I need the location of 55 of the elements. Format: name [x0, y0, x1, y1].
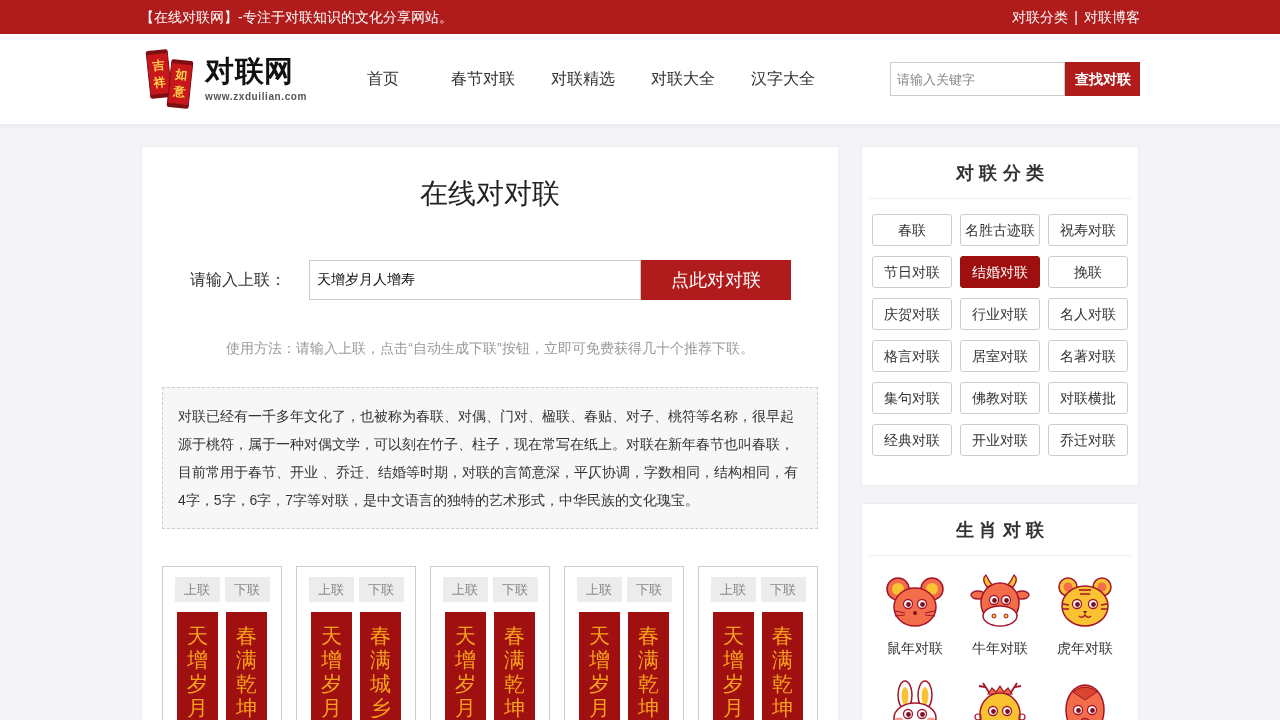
usage-hint: 使用方法：请输入上联，点击“自动生成下联”按钮，立即可免费获得几十个推荐下联。: [225, 339, 755, 358]
couplet-input[interactable]: 天增岁月人增寿: [309, 260, 641, 300]
search-field[interactable]: 请输入关键字: [890, 62, 1065, 96]
nav-link[interactable]: 对联精选: [533, 67, 634, 91]
category-button[interactable]: 祝寿对联: [1048, 214, 1128, 246]
category-button[interactable]: 乔迁对联: [1048, 424, 1128, 456]
category-button[interactable]: 结婚对联: [960, 256, 1040, 288]
couplet-scroll: 春满乾坤: [226, 612, 267, 720]
category-button[interactable]: 格言对联: [872, 340, 952, 372]
category-button[interactable]: 佛教对联: [960, 382, 1040, 414]
couplet-scroll: 春满乾坤: [628, 612, 669, 720]
nav-link[interactable]: 春节对联: [433, 67, 534, 91]
category-button[interactable]: 名胜古迹联: [960, 214, 1040, 246]
logo-url: www.zxduilian.com: [205, 91, 308, 103]
zodiac-link[interactable]: 牛年对联: [972, 638, 1028, 658]
input-label: 请输入上联：: [190, 270, 287, 290]
zodiac-link[interactable]: 鼠年对联: [886, 638, 943, 658]
couplet-scroll: 春满乾坤: [762, 612, 803, 720]
category-button[interactable]: 集句对联: [872, 382, 952, 414]
nav-link[interactable]: 对联大全: [633, 67, 734, 91]
category-button[interactable]: 节日对联: [872, 256, 952, 288]
match-couplet-button[interactable]: 点此对对联: [641, 260, 791, 300]
couplet-scroll: 天增岁月: [445, 612, 486, 720]
category-button[interactable]: 庆贺对联: [872, 298, 952, 330]
logo-title: 对联网: [205, 55, 294, 87]
category-button[interactable]: 经典对联: [872, 424, 952, 456]
page-title: 在线对对联: [419, 176, 561, 212]
category-button[interactable]: 开业对联: [960, 424, 1040, 456]
couplet-scroll: 天增岁月: [311, 612, 352, 720]
search-button[interactable]: 查找对联: [1065, 62, 1140, 96]
category-button[interactable]: 挽联: [1048, 256, 1128, 288]
category-button[interactable]: 行业对联: [960, 298, 1040, 330]
category-button[interactable]: 居室对联: [960, 340, 1040, 372]
couplet-scroll: 天增岁月: [579, 612, 620, 720]
category-button[interactable]: 对联横批: [1048, 382, 1128, 414]
couplet-scroll: 天增岁月: [177, 612, 218, 720]
top-link[interactable]: 对联博客: [1084, 6, 1140, 28]
couplet-scroll: 春满乾坤: [494, 612, 535, 720]
category-button[interactable]: 名著对联: [1048, 340, 1128, 372]
top-link[interactable]: 对联分类: [1012, 6, 1069, 28]
link-separator: |: [1074, 7, 1078, 27]
panel-title: 生肖对联: [954, 518, 1050, 542]
panel-title: 对联分类: [954, 161, 1050, 185]
site-slogan: 【在线对联网】-专注于对联知识的文化分享网站。: [140, 7, 453, 27]
nav-link[interactable]: 汉字大全: [733, 67, 834, 91]
category-button[interactable]: 春联: [872, 214, 952, 246]
ox-face-icon[interactable]: [970, 574, 1030, 628]
nav-link[interactable]: 首页: [333, 67, 434, 91]
couplet-scroll: 天增岁月: [713, 612, 754, 720]
couplet-scroll: 春满城乡: [360, 612, 401, 720]
mouse-face-icon[interactable]: [884, 574, 945, 628]
zodiac-link[interactable]: 虎年对联: [1057, 638, 1114, 658]
category-button[interactable]: 名人对联: [1048, 298, 1128, 330]
intro-text: 对联已经有一千多年文化了，也被称为春联、对偶、门对、楹联、春贴、对子、桃符等名称，很早起源于桃符，属于一种对偶文学，可以刻在竹子、柱子，现在常写在纸上。对联在新年春节也叫春联，目前常用于春节、开业 、乔迁、结婚等时期，对联的言简意深，平仄协调，字数相同，结构相同，有4字，5字，6字，7字等对联，是中文语言的独特的艺术形式，中华民族的文化瑰宝。: [178, 407, 799, 510]
logo-scroll: 如意: [166, 59, 194, 109]
